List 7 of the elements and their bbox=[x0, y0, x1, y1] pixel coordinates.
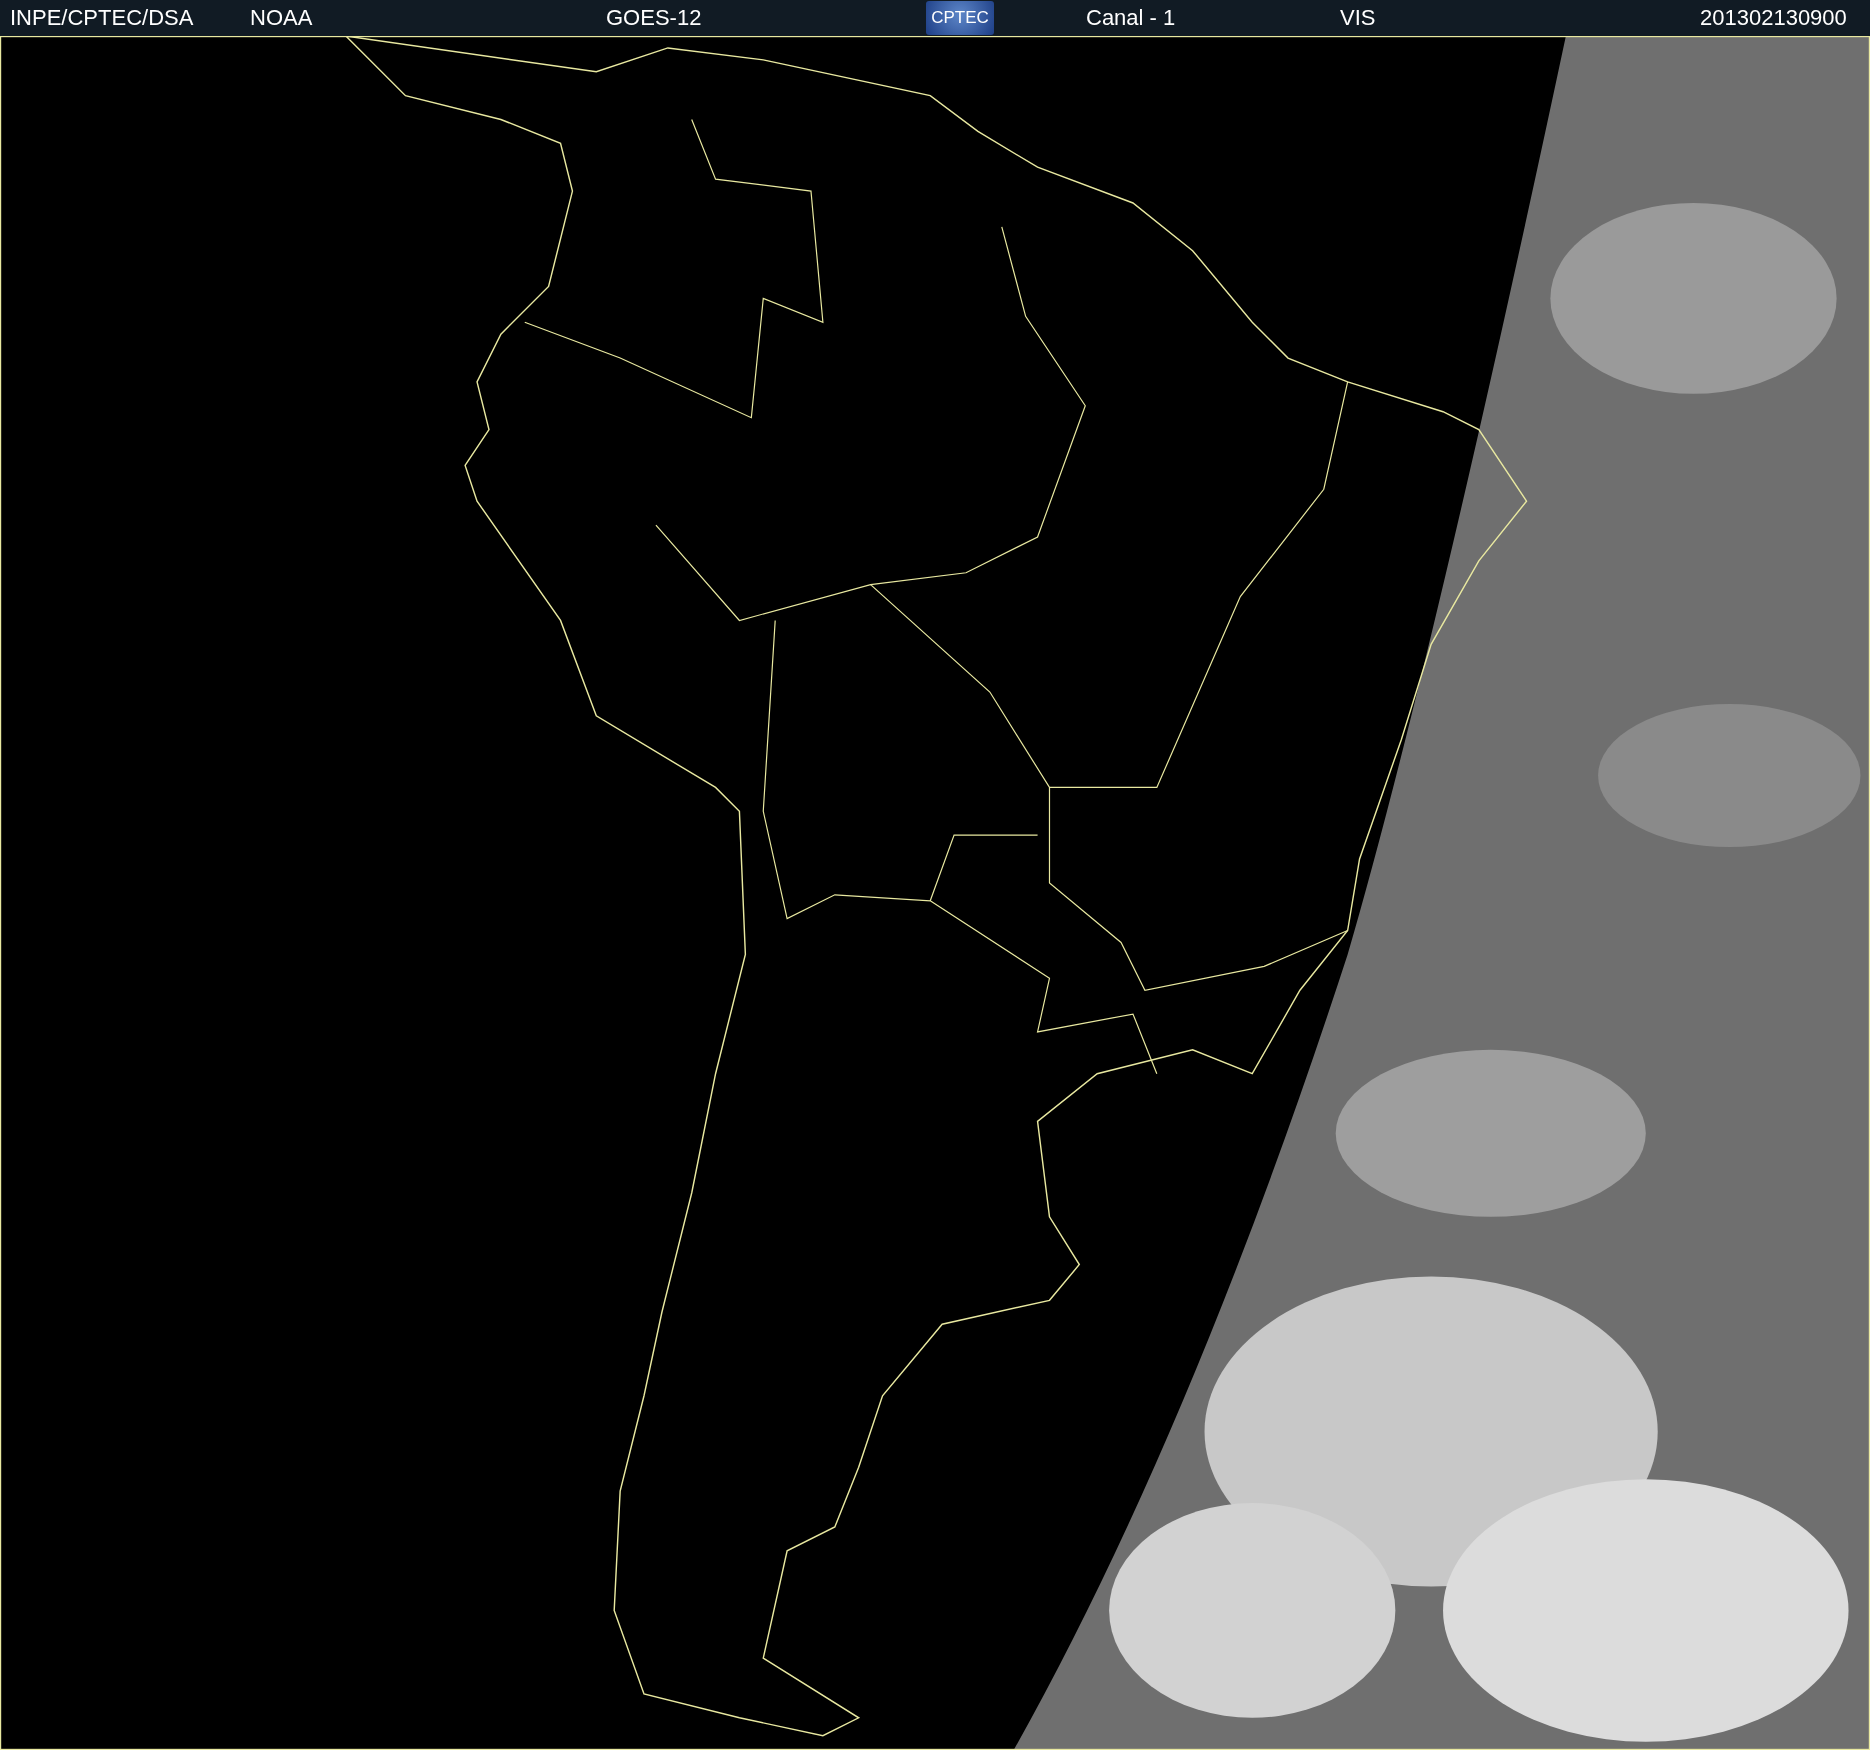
logo: CPTEC bbox=[926, 1, 994, 35]
header-label: Canal - 1 bbox=[1086, 5, 1177, 31]
header-label: 201302130900 bbox=[1700, 5, 1847, 31]
header-label: GOES-12 bbox=[606, 5, 703, 31]
header-label: NOAA bbox=[250, 5, 314, 31]
header-label: VIS bbox=[1340, 5, 1377, 31]
header-label: INPE/CPTEC/DSA bbox=[10, 5, 195, 31]
